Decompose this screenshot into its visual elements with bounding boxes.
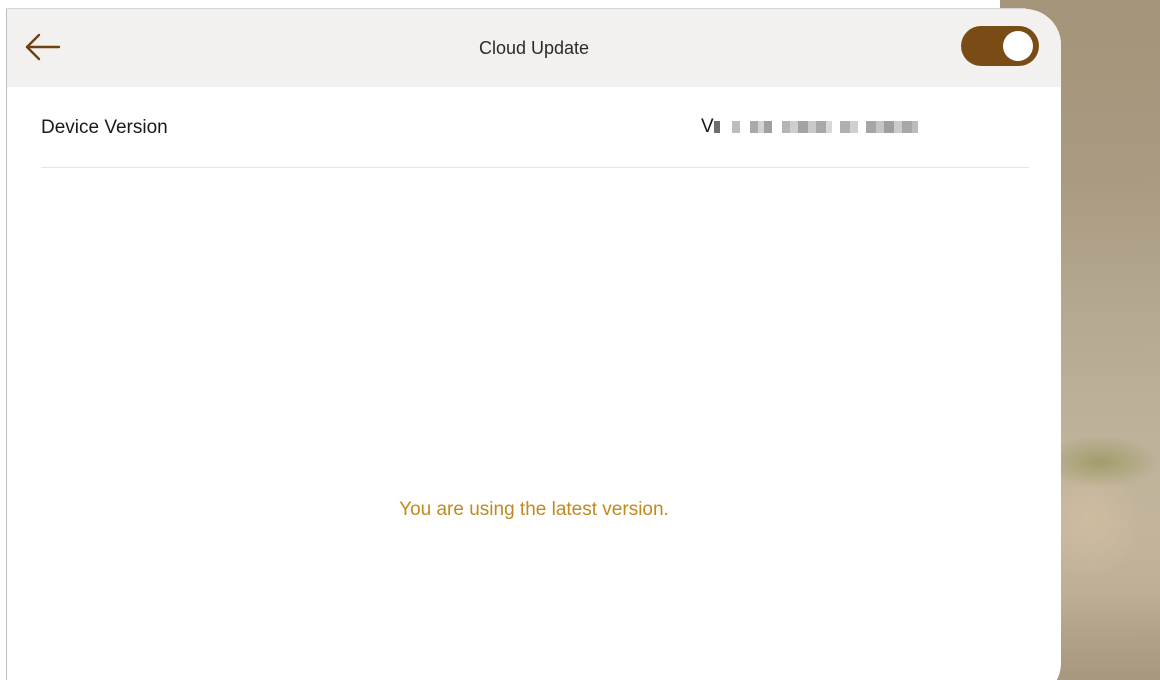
page-title: Cloud Update bbox=[478, 38, 590, 58]
device-version-row: Device Version V bbox=[41, 87, 1029, 168]
header-bar: Cloud Update bbox=[7, 9, 1061, 87]
frame-edge bbox=[6, 8, 7, 680]
version-prefix: V bbox=[701, 116, 714, 137]
cloud-update-toggle[interactable] bbox=[961, 26, 1039, 66]
frame-top-edge bbox=[6, 8, 1026, 9]
redacted-version-text bbox=[713, 120, 918, 134]
screen: Cloud Update Device Version V You are us… bbox=[0, 0, 1160, 680]
device-version-value: V bbox=[701, 87, 918, 167]
device-version-label: Device Version bbox=[41, 117, 168, 138]
update-status-message: You are using the latest version. bbox=[399, 499, 669, 520]
back-arrow-icon bbox=[23, 32, 63, 67]
cloud-update-panel: Cloud Update Device Version V You are us… bbox=[7, 9, 1061, 680]
back-button[interactable] bbox=[21, 27, 65, 71]
toggle-knob bbox=[1003, 31, 1033, 61]
